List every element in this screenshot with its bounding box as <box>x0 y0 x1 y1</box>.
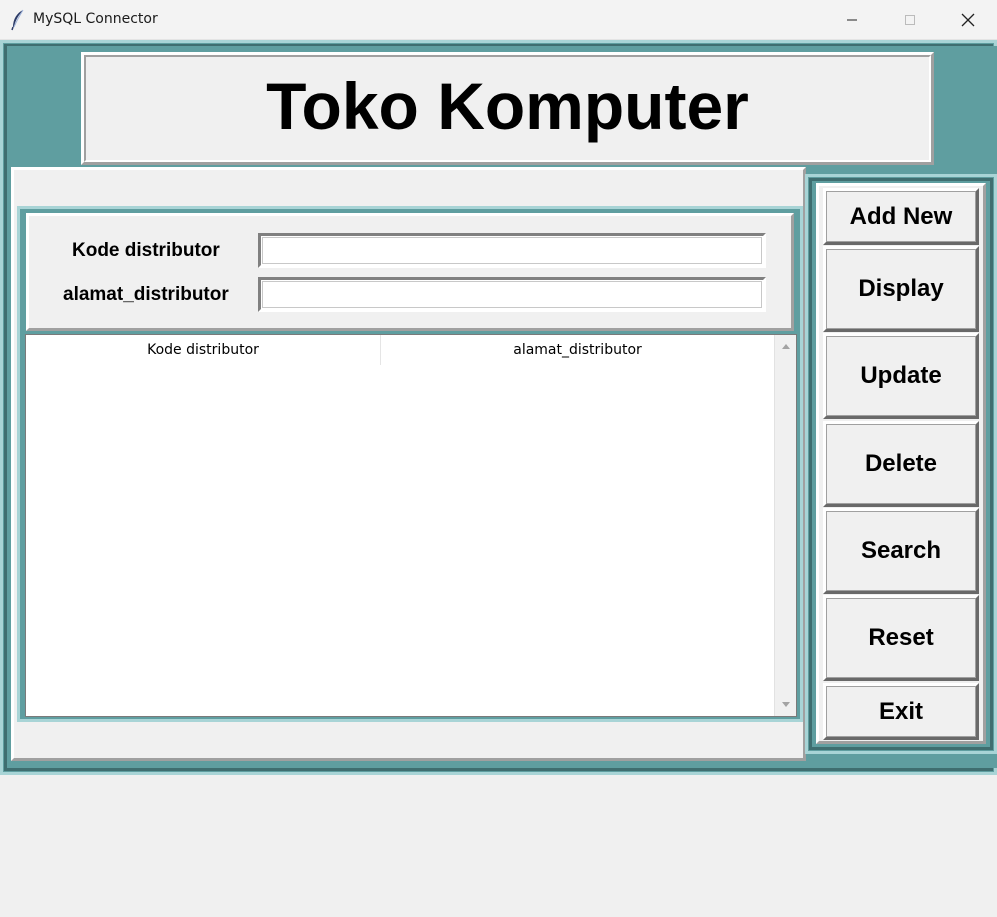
column-header-alamat-distributor[interactable]: alamat_distributor <box>381 335 774 365</box>
search-button[interactable]: Search <box>823 508 979 594</box>
close-button[interactable] <box>939 0 997 40</box>
reset-button[interactable]: Reset <box>823 595 979 681</box>
window-title: MySQL Connector <box>33 11 158 27</box>
alamat-distributor-input[interactable] <box>258 277 766 312</box>
update-button[interactable]: Update <box>823 333 979 419</box>
distributor-table[interactable] <box>25 334 797 717</box>
maximize-button[interactable] <box>881 0 939 40</box>
delete-button[interactable]: Delete <box>823 421 979 507</box>
close-icon <box>961 13 975 27</box>
kode-distributor-input[interactable] <box>258 233 766 268</box>
minimize-button[interactable] <box>823 0 881 40</box>
alamat-distributor-label: alamat_distributor <box>63 284 229 305</box>
scroll-up-arrow-icon[interactable] <box>775 339 797 353</box>
exit-button[interactable]: Exit <box>823 683 979 740</box>
add-new-button[interactable]: Add New <box>823 188 979 245</box>
feather-icon <box>10 9 26 31</box>
page-title: Toko Komputer <box>266 69 749 143</box>
table-scrollbar[interactable] <box>774 335 796 716</box>
table-header: Kode distributor alamat_distributor <box>26 335 774 365</box>
maximize-icon <box>905 15 915 25</box>
kode-distributor-label: Kode distributor <box>72 240 220 261</box>
minimize-icon <box>847 19 857 21</box>
display-button[interactable]: Display <box>823 246 979 332</box>
scroll-down-arrow-icon[interactable] <box>775 697 797 711</box>
form-panel <box>26 213 794 331</box>
column-header-kode-distributor[interactable]: Kode distributor <box>26 335 380 365</box>
